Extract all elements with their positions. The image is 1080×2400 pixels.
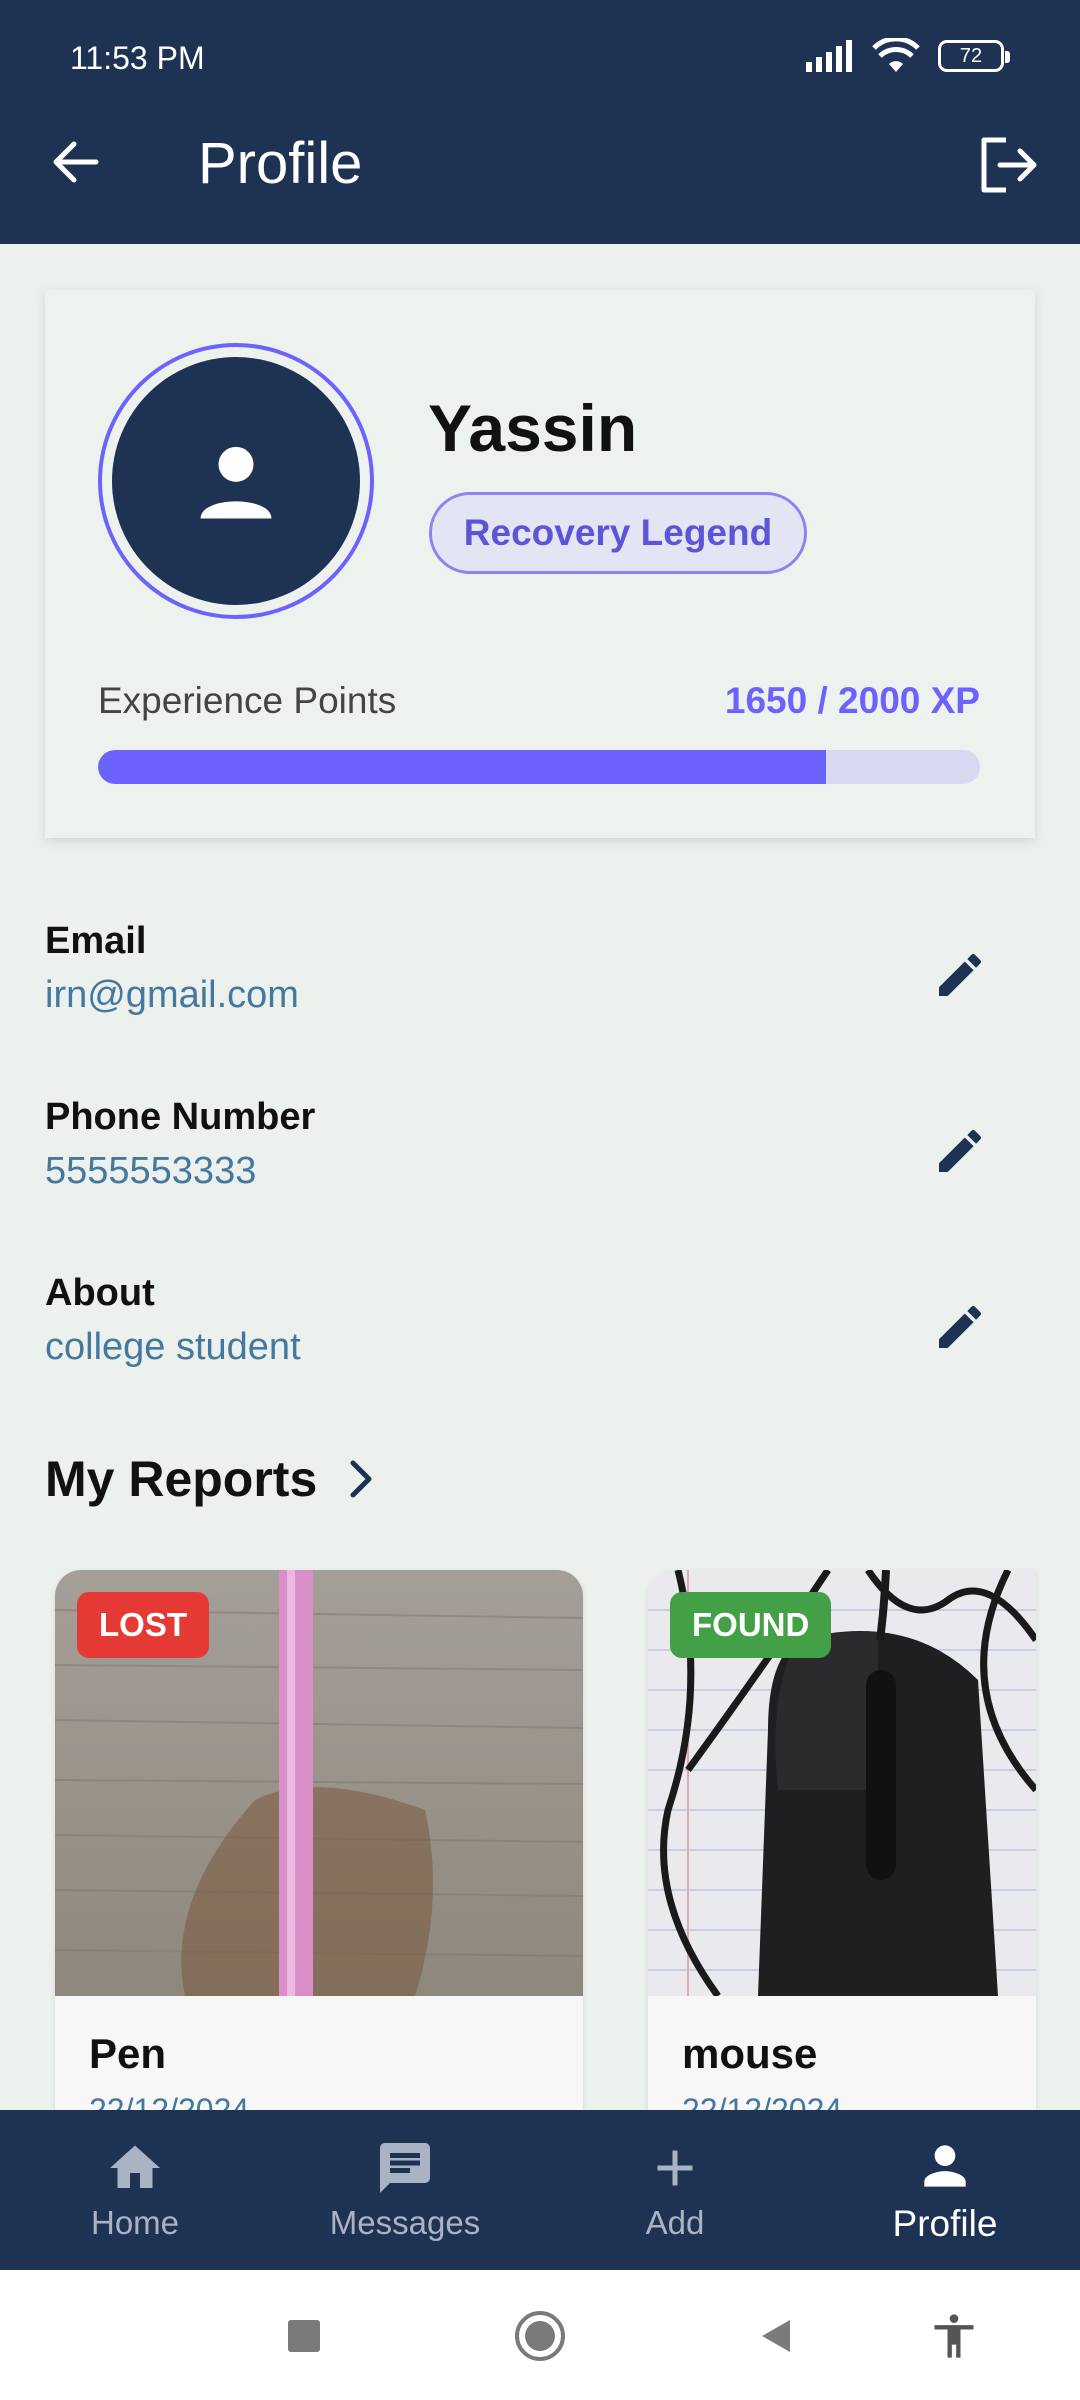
plus-icon [657, 2150, 693, 2186]
nav-label-add: Add [645, 2204, 705, 2241]
about-row: About college student [45, 1272, 1035, 1392]
about-value: college student [45, 1326, 301, 1368]
profile-card: Yassin Recovery Legend Experience Points… [45, 290, 1035, 838]
pencil-icon [939, 1129, 982, 1172]
home-icon [110, 2145, 160, 2188]
avatar-ring[interactable] [98, 343, 374, 619]
xp-progress-bar [98, 750, 980, 784]
report-title: mouse [682, 2030, 818, 2077]
triangle-back-icon [762, 2320, 790, 2352]
accessibility-button[interactable] [926, 2308, 982, 2364]
edit-phone-button[interactable] [925, 1116, 995, 1186]
system-nav-bar [0, 2270, 1080, 2400]
battery-level: 72 [959, 44, 983, 67]
nav-label-messages: Messages [329, 2204, 481, 2241]
home-button[interactable] [512, 2308, 568, 2364]
status-icons: 72 [806, 38, 1010, 74]
xp-value: 1650 / 2000 XP [724, 680, 980, 721]
person-icon [924, 2145, 966, 2187]
edit-about-button[interactable] [925, 1292, 995, 1362]
nav-item-home[interactable]: Home [0, 2110, 270, 2270]
pencil-icon [939, 1305, 982, 1348]
lost-badge: LOST [77, 1592, 209, 1658]
report-date: 22/12/2024 [682, 2092, 843, 2110]
status-time: 11:53 PM [70, 40, 205, 76]
xp-progress-fill [98, 750, 826, 784]
person-icon [200, 446, 272, 519]
nav-item-add[interactable]: Add [540, 2110, 810, 2270]
square-icon [288, 2320, 320, 2352]
recents-button[interactable] [276, 2308, 332, 2364]
nav-item-messages[interactable]: Messages [270, 2110, 540, 2270]
nav-label-profile: Profile [892, 2203, 998, 2244]
message-icon [380, 2143, 430, 2193]
rank-badge: Recovery Legend [429, 492, 807, 574]
found-badge: FOUND [670, 1592, 832, 1658]
email-row: Email irn@gmail.com [45, 920, 1035, 1040]
phone-label: Phone Number [45, 1096, 316, 1138]
back-arrow-icon[interactable] [46, 132, 106, 192]
nav-item-profile[interactable]: Profile [810, 2110, 1080, 2270]
avatar [112, 357, 360, 605]
signal-icon [806, 40, 852, 72]
user-name: Yassin [428, 391, 638, 465]
pencil-icon [939, 953, 982, 996]
phone-row: Phone Number 5555553333 [45, 1096, 1035, 1216]
about-label: About [45, 1272, 155, 1314]
xp-label: Experience Points [98, 680, 397, 721]
my-reports-title: My Reports [45, 1451, 318, 1507]
edit-email-button[interactable] [925, 940, 995, 1010]
email-value: irn@gmail.com [45, 974, 299, 1016]
report-date: 22/12/2024 [89, 2092, 250, 2110]
report-card[interactable]: FOUND mouse 22/12/2024 [648, 1570, 1036, 2110]
page-title: Profile [198, 131, 363, 196]
top-bar: 11:53 PM 72 Profile [0, 0, 1080, 244]
phone-value: 5555553333 [45, 1150, 257, 1192]
battery-icon: 72 [938, 40, 1010, 72]
accessibility-icon [934, 2314, 974, 2358]
chevron-right-icon [350, 1460, 372, 1498]
bottom-nav: Home Messages Add Profile [0, 2110, 1080, 2270]
wifi-icon [872, 38, 920, 72]
report-title: Pen [89, 2030, 167, 2077]
nav-label-home: Home [90, 2204, 180, 2241]
circle-icon [515, 2311, 565, 2361]
email-label: Email [45, 920, 147, 962]
logout-icon[interactable] [976, 132, 1042, 198]
report-card[interactable]: LOST Pen 22/12/2024 [55, 1570, 583, 2110]
my-reports-link[interactable]: My Reports [45, 1450, 379, 1508]
back-button[interactable] [748, 2308, 804, 2364]
